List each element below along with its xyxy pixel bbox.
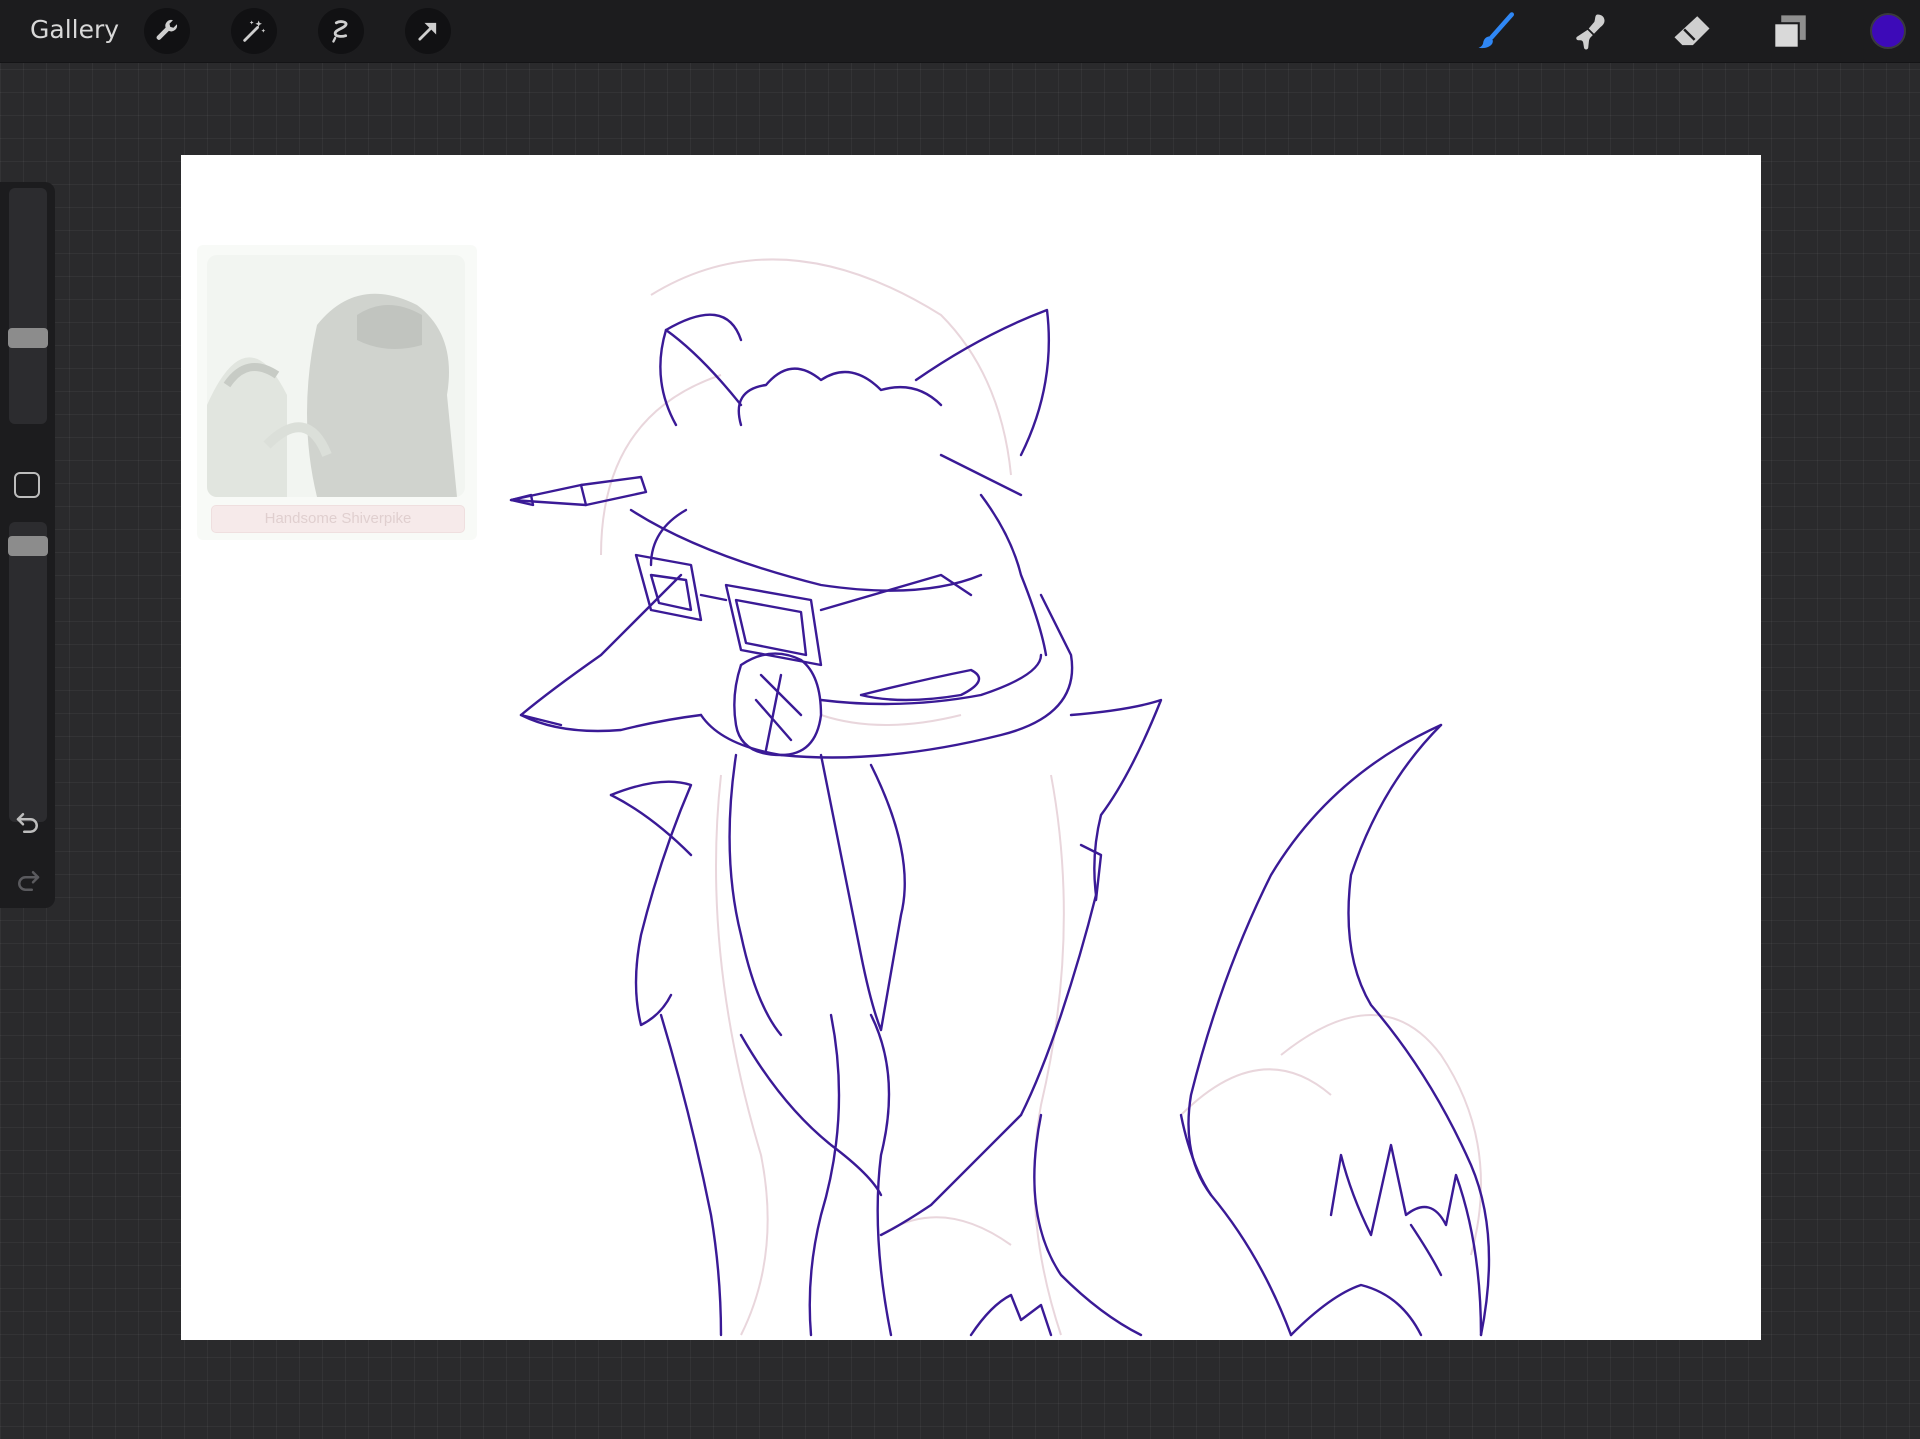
brush-size-handle[interactable] [8, 328, 48, 349]
sidebar [0, 182, 55, 908]
brush-size-slider[interactable] [8, 188, 48, 424]
selection-icon [332, 20, 348, 43]
transform-arrow-icon [418, 22, 437, 41]
layers-button[interactable] [1768, 10, 1812, 54]
color-picker-button[interactable] [1870, 13, 1906, 49]
sketch-artwork [509, 258, 1491, 1337]
top-toolbar: Gallery [0, 0, 1920, 63]
brush-icon [1478, 12, 1515, 49]
smudge-icon [1576, 14, 1605, 50]
eraser-icon [1674, 16, 1710, 46]
brush-tool-button[interactable] [1474, 10, 1518, 54]
magic-wand-icon [243, 20, 266, 42]
opacity-slider[interactable] [8, 522, 48, 822]
undo-icon[interactable] [13, 808, 43, 838]
wrench-icon [156, 19, 178, 40]
gallery-button[interactable]: Gallery [30, 15, 119, 44]
smudge-tool-button[interactable] [1572, 10, 1616, 54]
eraser-tool-button[interactable] [1670, 10, 1714, 54]
selection-button[interactable] [318, 8, 364, 54]
transform-button[interactable] [405, 8, 451, 54]
adjustments-button[interactable] [231, 8, 277, 54]
actions-button[interactable] [144, 8, 190, 54]
modify-button[interactable] [14, 472, 40, 498]
redo-icon[interactable] [13, 866, 43, 896]
drawing-canvas[interactable]: Handsome Shiverpike [181, 155, 1761, 1340]
layers-icon [1773, 15, 1806, 49]
opacity-handle[interactable] [8, 536, 48, 556]
